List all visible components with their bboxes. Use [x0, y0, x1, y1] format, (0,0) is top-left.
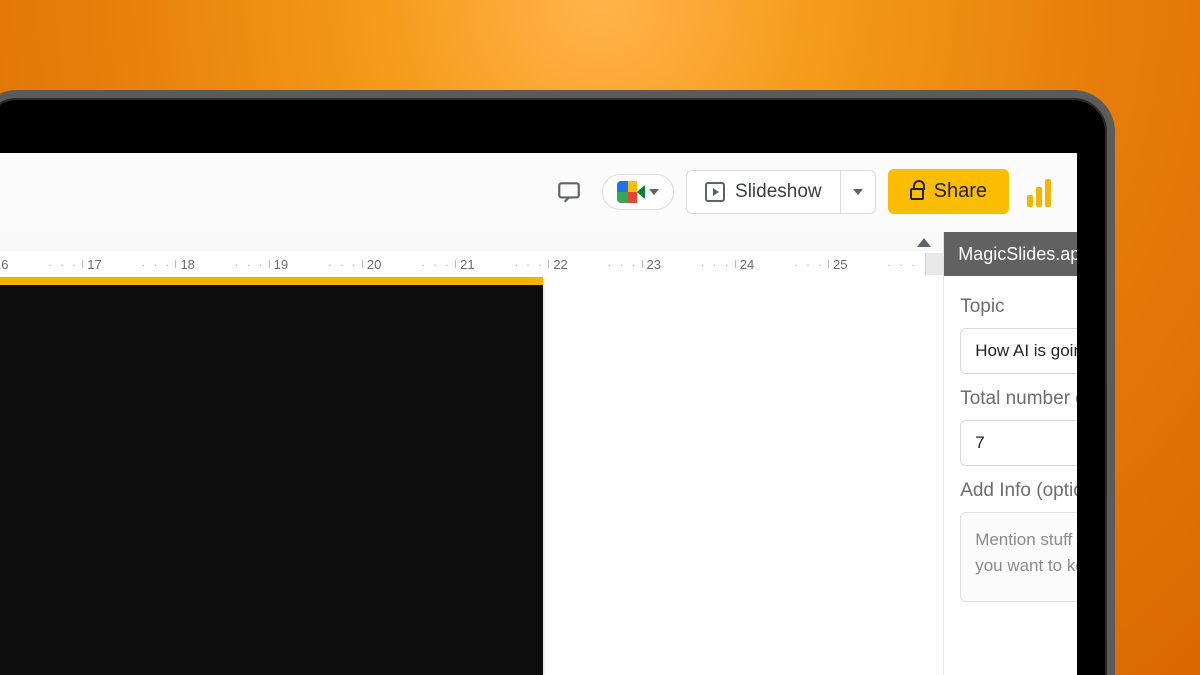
- chevron-down-icon: [853, 189, 863, 195]
- content-row: 16· · ·17· · ·18· · ·19· · ·20· · ·21· ·…: [0, 232, 1077, 675]
- ruler-mark: 18: [175, 257, 230, 272]
- top-toolbar: Slideshow Share: [0, 153, 1077, 232]
- ruler-mark: 17: [82, 257, 137, 272]
- canvas-area: [0, 277, 943, 675]
- ruler-mark: 21: [455, 257, 510, 272]
- slideshow-button-group: Slideshow: [686, 170, 876, 214]
- main-area: 16· · ·17· · ·18· · ·19· · ·20· · ·21· ·…: [0, 232, 943, 675]
- add-info-textarea[interactable]: Mention stuff you want to include in sli…: [960, 512, 1077, 602]
- lock-icon: [910, 188, 924, 200]
- chevron-down-icon: [649, 189, 659, 195]
- google-meet-icon: [617, 181, 643, 203]
- topic-input[interactable]: [960, 328, 1077, 374]
- brand-icon[interactable]: [1021, 171, 1063, 213]
- ruler-mark: 25: [828, 257, 883, 272]
- meet-button[interactable]: [602, 174, 674, 210]
- slideshow-dropdown[interactable]: [841, 171, 875, 213]
- collapse-toolbar[interactable]: [0, 232, 943, 251]
- topic-label: Topic: [960, 296, 1077, 318]
- ruler-mark: 19: [269, 257, 324, 272]
- chevron-up-icon: [917, 238, 931, 247]
- ruler-mark: 24: [735, 257, 790, 272]
- ruler-mark: 22: [548, 257, 603, 272]
- slides-count-label: Total number of slides: [960, 388, 1077, 410]
- app-screen: Slideshow Share 16· · ·17· · ·18· · ·19·…: [0, 153, 1077, 675]
- ruler-mark: 23: [642, 257, 697, 272]
- slideshow-label: Slideshow: [735, 181, 822, 203]
- panel-title: MagicSlides.app: [958, 244, 1077, 265]
- laptop-frame: Slideshow Share 16· · ·17· · ·18· · ·19·…: [0, 90, 1115, 675]
- slides-count-input[interactable]: [960, 420, 1077, 466]
- addon-panel: MagicSlides.app ✕ Topic Total number of …: [943, 232, 1077, 675]
- add-info-label: Add Info (optional): [960, 480, 1077, 502]
- bars-icon: [1027, 177, 1057, 207]
- share-label: Share: [934, 180, 987, 203]
- comments-icon[interactable]: [548, 171, 590, 213]
- ruler-mark: 20: [362, 257, 417, 272]
- panel-body: Topic Total number of slides Add Info (o…: [944, 276, 1077, 612]
- play-icon: [705, 182, 725, 202]
- slideshow-button[interactable]: Slideshow: [687, 171, 841, 213]
- ruler-mark: 16: [0, 257, 44, 272]
- share-button[interactable]: Share: [888, 169, 1009, 214]
- slide-preview[interactable]: [0, 277, 543, 675]
- panel-header: MagicSlides.app ✕: [944, 232, 1077, 276]
- horizontal-ruler: 16· · ·17· · ·18· · ·19· · ·20· · ·21· ·…: [0, 251, 943, 277]
